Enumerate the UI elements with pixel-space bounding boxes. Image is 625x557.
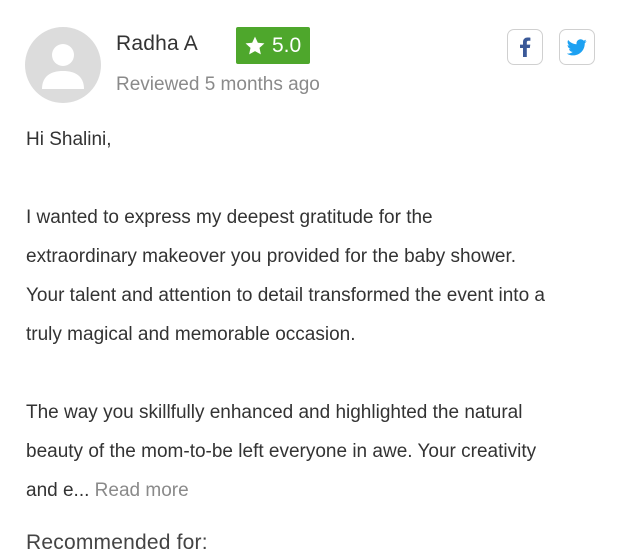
read-more-link[interactable]: Read more [95, 480, 189, 501]
twitter-share-button[interactable] [559, 29, 595, 65]
star-icon [245, 36, 265, 54]
review-paragraph-line: beauty of the mom-to-be left everyone in… [26, 441, 537, 462]
review-paragraph-line: extraordinary makeover you provided for … [26, 246, 517, 267]
avatar [25, 27, 101, 103]
twitter-icon [567, 38, 587, 55]
recommended-for-heading: Recommended for: [26, 531, 208, 554]
review-timestamp: Reviewed 5 months ago [116, 74, 320, 95]
review-paragraph-last-line: and e... Read more [26, 471, 611, 510]
facebook-share-button[interactable] [507, 29, 543, 65]
review-paragraph-line: truly magical and memorable occasion. [26, 324, 356, 345]
review-card: Radha A 5.0 Reviewed 5 months ago Hi Sha… [0, 0, 625, 557]
facebook-icon [520, 37, 531, 57]
rating-badge: 5.0 [236, 27, 311, 64]
user-placeholder-icon [42, 44, 84, 89]
review-greeting: Hi Shalini, [26, 129, 112, 150]
review-paragraph-line: Your talent and attention to detail tran… [26, 285, 545, 306]
review-text: Hi Shalini, I wanted to express my deepe… [26, 120, 611, 510]
reviewer-name: Radha A [116, 32, 198, 55]
review-paragraph-line: The way you skillfully enhanced and high… [26, 402, 523, 423]
review-paragraph-line: I wanted to express my deepest gratitude… [26, 207, 433, 228]
review-truncated-text: and e... [26, 480, 90, 501]
rating-value: 5.0 [272, 33, 302, 57]
